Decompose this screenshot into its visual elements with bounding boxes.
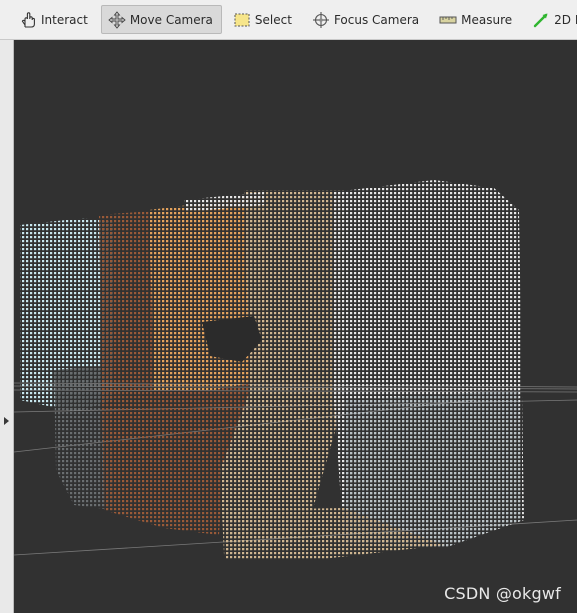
move-camera-tool-label: Move Camera xyxy=(129,12,213,27)
tools-toolbar: Interact Move Camera Select Focus Camera xyxy=(0,0,577,40)
watermark-text: CSDN @okgwf xyxy=(444,584,561,603)
select-tool-button[interactable]: Select xyxy=(226,5,301,34)
move-camera-tool-button[interactable]: Move Camera xyxy=(100,5,222,34)
move-camera-icon xyxy=(108,10,126,29)
ruler-icon xyxy=(439,16,457,23)
rviz-window: Interact Move Camera Select Focus Camera xyxy=(0,0,577,613)
3d-render-view[interactable] xyxy=(14,40,577,613)
crosshair-icon xyxy=(312,11,329,28)
point-cloud-scene[interactable] xyxy=(14,40,577,613)
select-box-icon xyxy=(234,13,250,26)
expand-panel-arrow-icon[interactable] xyxy=(4,417,9,425)
point-cloud xyxy=(20,180,524,560)
focus-camera-tool-button[interactable]: Focus Camera xyxy=(305,5,428,34)
measure-tool-button[interactable]: Measure xyxy=(432,5,521,34)
green-arrow-icon xyxy=(533,13,548,27)
interact-tool-button[interactable]: Interact xyxy=(12,5,97,34)
displays-panel-collapsed xyxy=(0,40,14,613)
measure-tool-label: Measure xyxy=(461,12,513,27)
2d-pose-tool-label: 2D Pose xyxy=(554,12,577,27)
focus-camera-tool-label: Focus Camera xyxy=(333,12,420,27)
hand-pointer-icon xyxy=(21,11,35,28)
interact-tool-label: Interact xyxy=(41,12,88,27)
2d-pose-tool-button[interactable]: 2D Pose xyxy=(525,5,577,34)
select-tool-label: Select xyxy=(254,12,292,27)
